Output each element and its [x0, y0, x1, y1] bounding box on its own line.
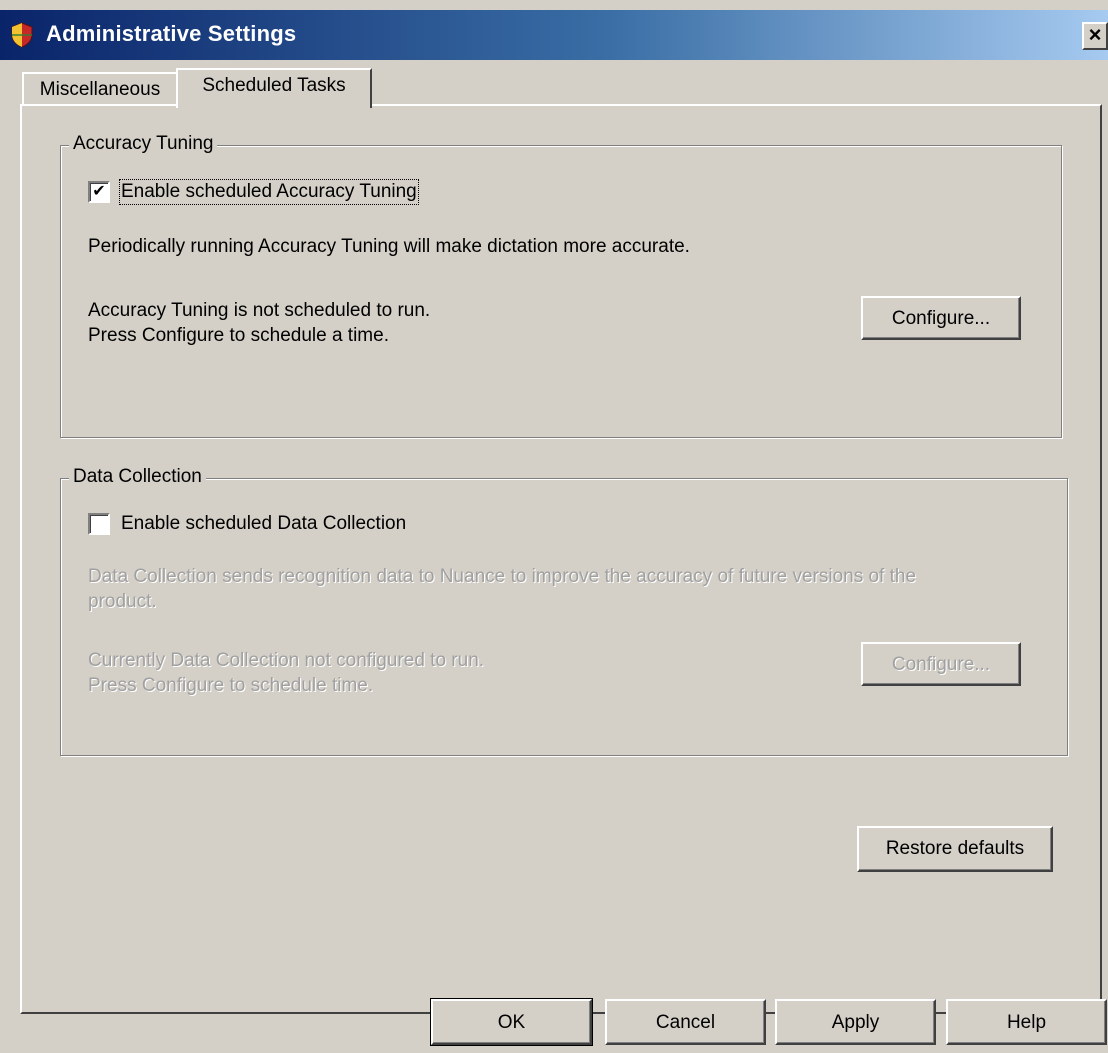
accuracy-tuning-checkbox[interactable]: ✔	[88, 181, 110, 203]
accuracy-tuning-status-line2: Press Configure to schedule a time.	[88, 325, 389, 346]
accuracy-configure-button[interactable]: Configure...	[861, 296, 1021, 340]
accuracy-tuning-status-line1: Accuracy Tuning is not scheduled to run.	[88, 300, 431, 321]
restore-defaults-button[interactable]: Restore defaults	[857, 826, 1053, 872]
apply-button-label: Apply	[831, 1012, 880, 1033]
ok-button-label: OK	[497, 1012, 526, 1033]
tab-miscellaneous[interactable]: Miscellaneous	[22, 72, 178, 106]
data-collection-checkbox[interactable]	[88, 513, 110, 535]
cancel-button-label: Cancel	[655, 1012, 716, 1033]
help-button[interactable]: Help	[946, 999, 1107, 1045]
cancel-button[interactable]: Cancel	[605, 999, 766, 1045]
tab-scheduled-tasks[interactable]: Scheduled Tasks	[176, 68, 372, 108]
accuracy-tuning-legend: Accuracy Tuning	[69, 133, 218, 155]
data-collection-configure-button[interactable]: Configure...	[861, 642, 1021, 686]
data-collection-description-line2: product.	[88, 591, 157, 612]
help-button-label: Help	[1006, 1012, 1047, 1033]
apply-button[interactable]: Apply	[775, 999, 936, 1045]
accuracy-tuning-checkbox-label[interactable]: Enable scheduled Accuracy Tuning	[119, 179, 419, 205]
data-collection-status-line1: Currently Data Collection not configured…	[88, 650, 485, 671]
accuracy-tuning-description: Periodically running Accuracy Tuning wil…	[88, 236, 690, 257]
data-collection-legend: Data Collection	[69, 466, 206, 488]
title-bar: Administrative Settings ×	[0, 10, 1108, 60]
window-title: Administrative Settings	[46, 21, 297, 46]
accuracy-configure-button-label: Configure...	[891, 308, 991, 329]
data-collection-configure-button-label: Configure...	[891, 654, 991, 675]
data-collection-description-line1: Data Collection sends recognition data t…	[88, 566, 917, 587]
shield-icon	[11, 22, 33, 48]
ok-button[interactable]: OK	[430, 998, 593, 1046]
data-collection-status-line2: Press Configure to schedule time.	[88, 675, 374, 696]
restore-defaults-button-label: Restore defaults	[885, 838, 1025, 859]
close-icon[interactable]: ×	[1082, 22, 1108, 50]
data-collection-checkbox-label[interactable]: Enable scheduled Data Collection	[121, 513, 406, 535]
